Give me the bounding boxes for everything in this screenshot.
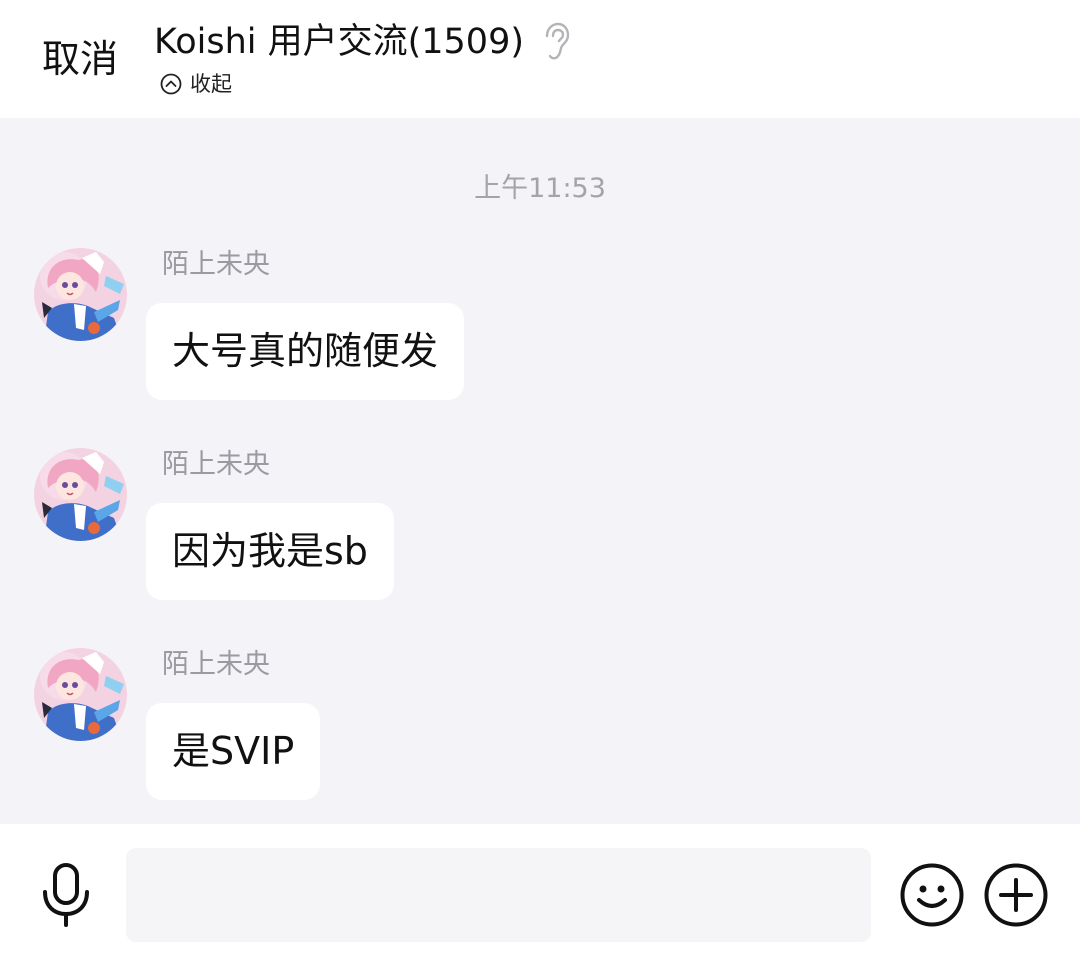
emoji-icon[interactable] [899, 862, 965, 928]
message-input[interactable] [126, 848, 871, 942]
avatar[interactable] [34, 448, 127, 541]
collapse-toggle[interactable]: 收起 [160, 70, 232, 98]
cancel-button[interactable]: 取消 [42, 36, 118, 82]
chat-window: 取消 Koishi 用户交流(1509) 收起 上午11:53 陌上未央 大号真… [0, 0, 1080, 965]
message-item: 陌上未央 因为我是sb [0, 448, 1080, 608]
header: 取消 Koishi 用户交流(1509) 收起 [0, 0, 1080, 118]
message-bubble[interactable]: 大号真的随便发 [146, 303, 465, 400]
sender-name: 陌上未央 [162, 249, 270, 280]
avatar[interactable] [34, 648, 127, 741]
avatar[interactable] [34, 248, 127, 341]
title-row: Koishi 用户交流(1509) [154, 18, 570, 66]
ear-icon[interactable] [540, 22, 570, 62]
plus-icon[interactable] [983, 862, 1049, 928]
message-bubble[interactable]: 因为我是sb [146, 503, 394, 600]
message-bubble[interactable]: 是SVIP [146, 703, 321, 800]
message-item: 陌上未央 是SVIP [0, 648, 1080, 808]
group-title: Koishi 用户交流(1509) [154, 22, 524, 62]
sender-name: 陌上未央 [162, 449, 270, 480]
collapse-icon [160, 73, 182, 95]
sender-name: 陌上未央 [162, 649, 270, 680]
message-list[interactable]: 上午11:53 陌上未央 大号真的随便发 陌上未央 因为我是sb 陌上未央 是S… [0, 118, 1080, 824]
timestamp: 上午11:53 [474, 173, 606, 204]
collapse-label: 收起 [190, 72, 232, 96]
microphone-icon[interactable] [38, 862, 94, 928]
message-item: 陌上未央 大号真的随便发 [0, 248, 1080, 408]
